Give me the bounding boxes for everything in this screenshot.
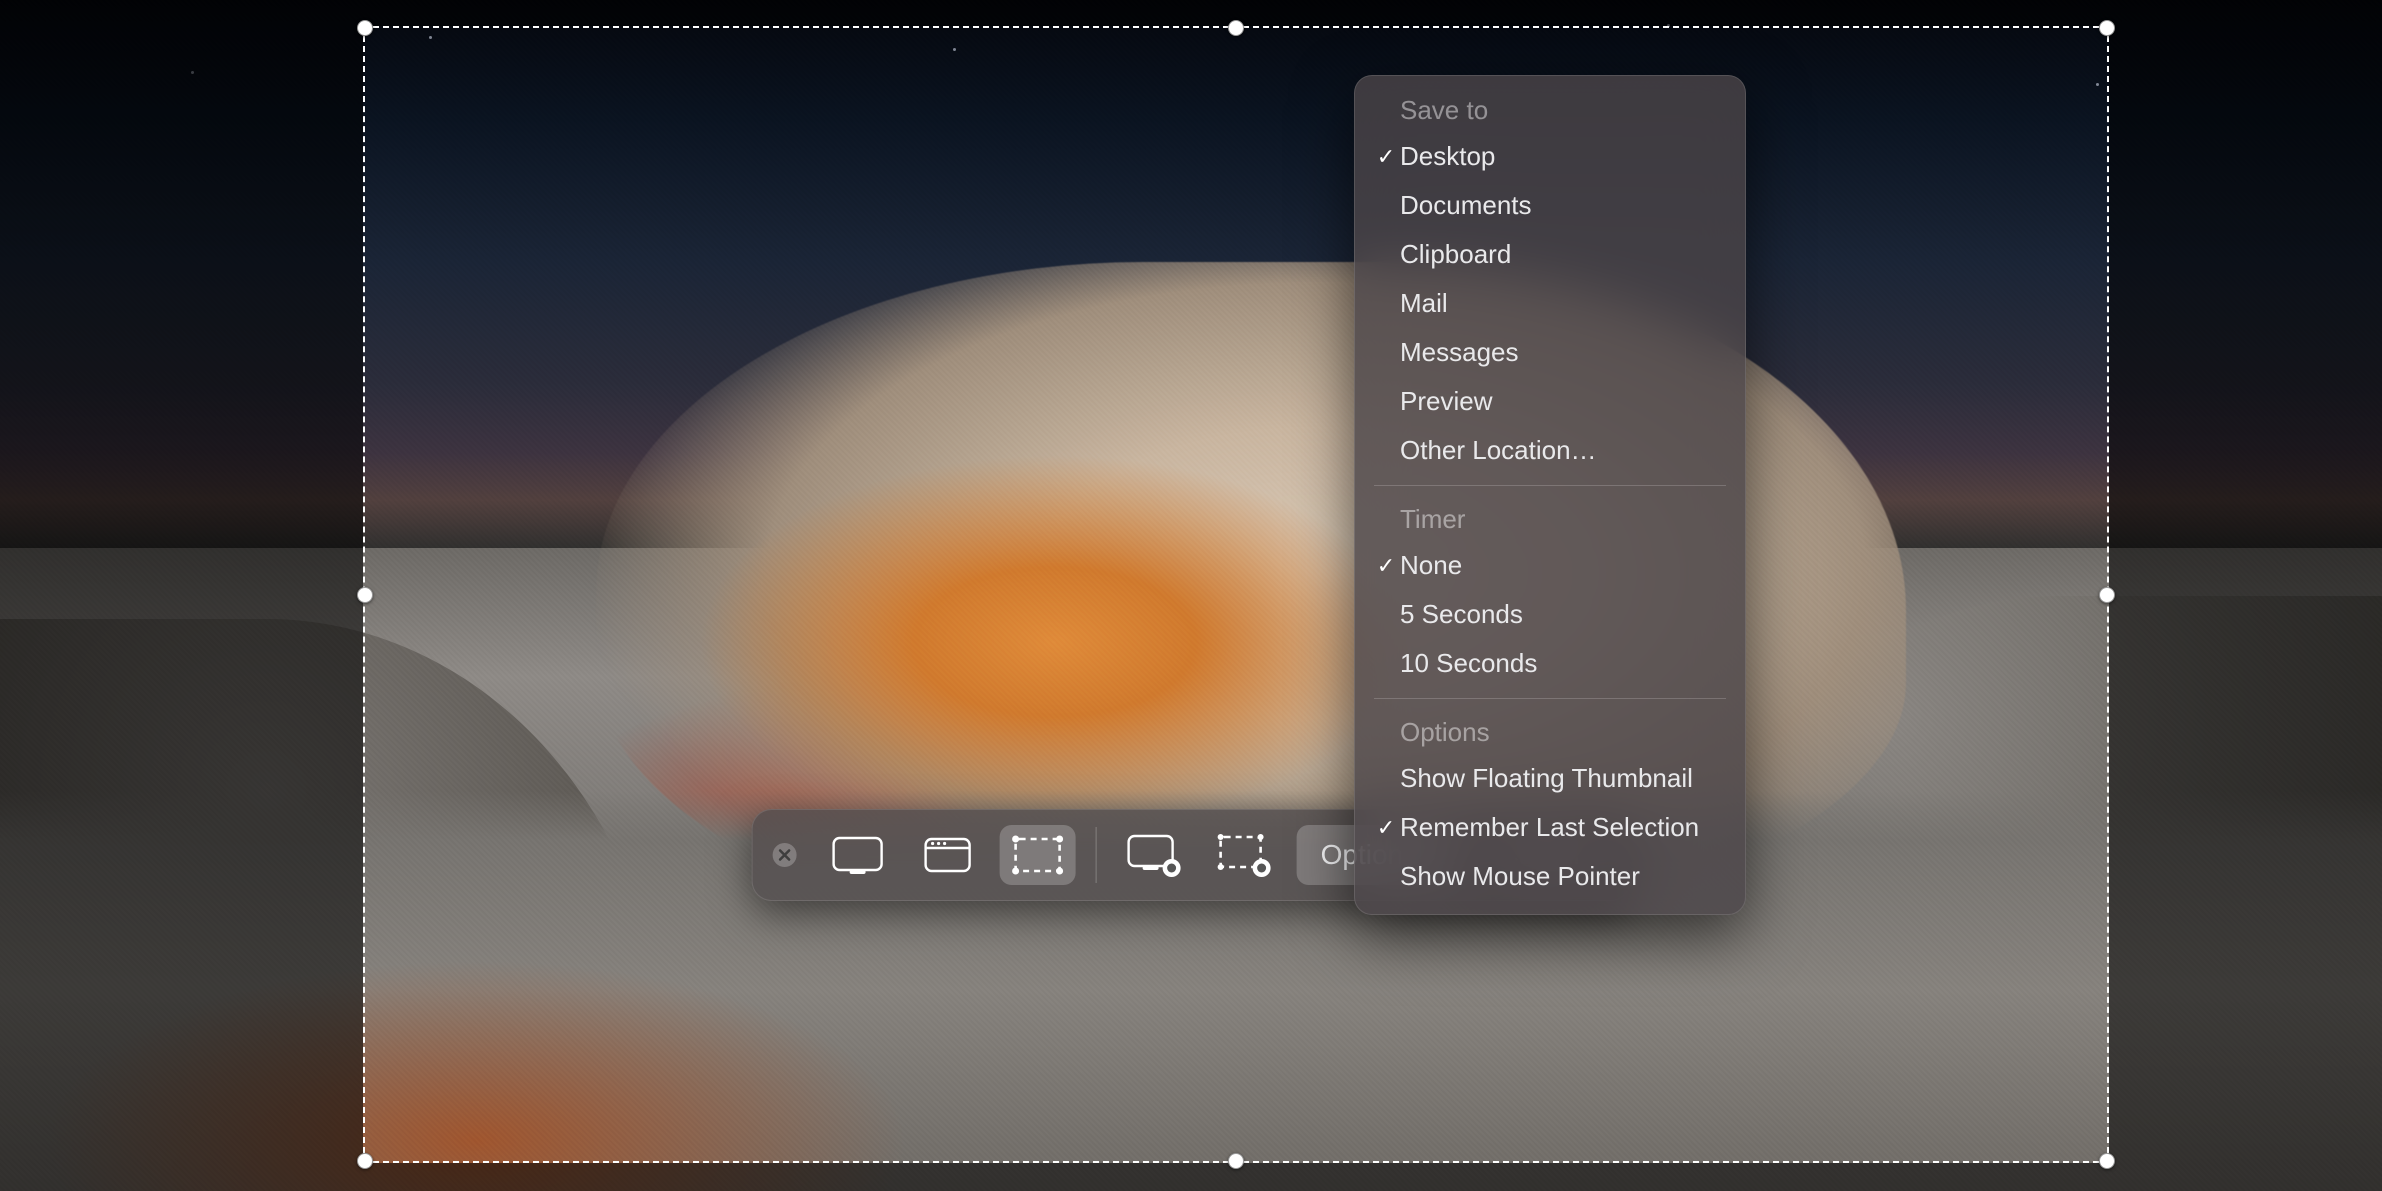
record-entire-screen-button[interactable] xyxy=(1117,825,1193,885)
menu-item-label: Mail xyxy=(1400,284,1448,323)
menu-section-timer: Timer xyxy=(1354,496,1746,541)
resize-handle-middle-right[interactable] xyxy=(2099,587,2115,603)
menu-item-label: Show Floating Thumbnail xyxy=(1400,759,1693,798)
menu-item-label: Documents xyxy=(1400,186,1532,225)
options-menu: Save to✓Desktop✓Documents✓Clipboard✓Mail… xyxy=(1354,75,1746,915)
menu-item-mail[interactable]: ✓Mail xyxy=(1354,279,1746,328)
toolbar-separator xyxy=(1096,827,1097,883)
menu-item-preview[interactable]: ✓Preview xyxy=(1354,377,1746,426)
close-icon xyxy=(772,842,798,868)
menu-separator xyxy=(1374,485,1726,486)
check-icon: ✓ xyxy=(1372,549,1400,582)
menu-item-messages[interactable]: ✓Messages xyxy=(1354,328,1746,377)
menu-section-options: Options xyxy=(1354,709,1746,754)
menu-item-label: Remember Last Selection xyxy=(1400,808,1699,847)
capture-selected-portion-button[interactable] xyxy=(1000,825,1076,885)
menu-item-label: Show Mouse Pointer xyxy=(1400,857,1640,896)
menu-item-show-floating-thumbnail[interactable]: ✓Show Floating Thumbnail xyxy=(1354,754,1746,803)
close-button[interactable] xyxy=(770,840,800,870)
menu-item-label: Messages xyxy=(1400,333,1519,372)
resize-handle-top-left[interactable] xyxy=(357,20,373,36)
resize-handle-middle-left[interactable] xyxy=(357,587,373,603)
menu-item-remember-last-selection[interactable]: ✓Remember Last Selection xyxy=(1354,803,1746,852)
resize-handle-bottom-right[interactable] xyxy=(2099,1153,2115,1169)
menu-item-other-location[interactable]: ✓Other Location… xyxy=(1354,426,1746,475)
menu-item-label: Clipboard xyxy=(1400,235,1511,274)
menu-item-desktop[interactable]: ✓Desktop xyxy=(1354,132,1746,181)
menu-section-save-to: Save to xyxy=(1354,87,1746,132)
menu-item-documents[interactable]: ✓Documents xyxy=(1354,181,1746,230)
menu-item-none[interactable]: ✓None xyxy=(1354,541,1746,590)
check-icon: ✓ xyxy=(1372,140,1400,173)
menu-item-label: Desktop xyxy=(1400,137,1495,176)
menu-separator xyxy=(1374,698,1726,699)
menu-item-label: None xyxy=(1400,546,1462,585)
capture-selected-window-button[interactable] xyxy=(910,825,986,885)
menu-item-clipboard[interactable]: ✓Clipboard xyxy=(1354,230,1746,279)
selection-icon xyxy=(1010,833,1066,877)
menu-item-label: Preview xyxy=(1400,382,1492,421)
resize-handle-top-middle[interactable] xyxy=(1228,20,1244,36)
capture-entire-screen-button[interactable] xyxy=(820,825,896,885)
menu-item-10-seconds[interactable]: ✓10 Seconds xyxy=(1354,639,1746,688)
menu-item-show-mouse-pointer[interactable]: ✓Show Mouse Pointer xyxy=(1354,852,1746,901)
resize-handle-top-right[interactable] xyxy=(2099,20,2115,36)
menu-item-5-seconds[interactable]: ✓5 Seconds xyxy=(1354,590,1746,639)
resize-handle-bottom-middle[interactable] xyxy=(1228,1153,1244,1169)
check-icon: ✓ xyxy=(1372,811,1400,844)
window-icon xyxy=(921,834,975,876)
selection-record-icon xyxy=(1216,832,1274,878)
menu-item-label: 10 Seconds xyxy=(1400,644,1537,683)
screen-icon xyxy=(831,834,885,876)
screenshot-selection-rect[interactable] xyxy=(363,26,2109,1163)
screen-record-icon xyxy=(1126,832,1184,878)
resize-handle-bottom-left[interactable] xyxy=(357,1153,373,1169)
record-selected-portion-button[interactable] xyxy=(1207,825,1283,885)
menu-item-label: Other Location… xyxy=(1400,431,1597,470)
menu-item-label: 5 Seconds xyxy=(1400,595,1523,634)
